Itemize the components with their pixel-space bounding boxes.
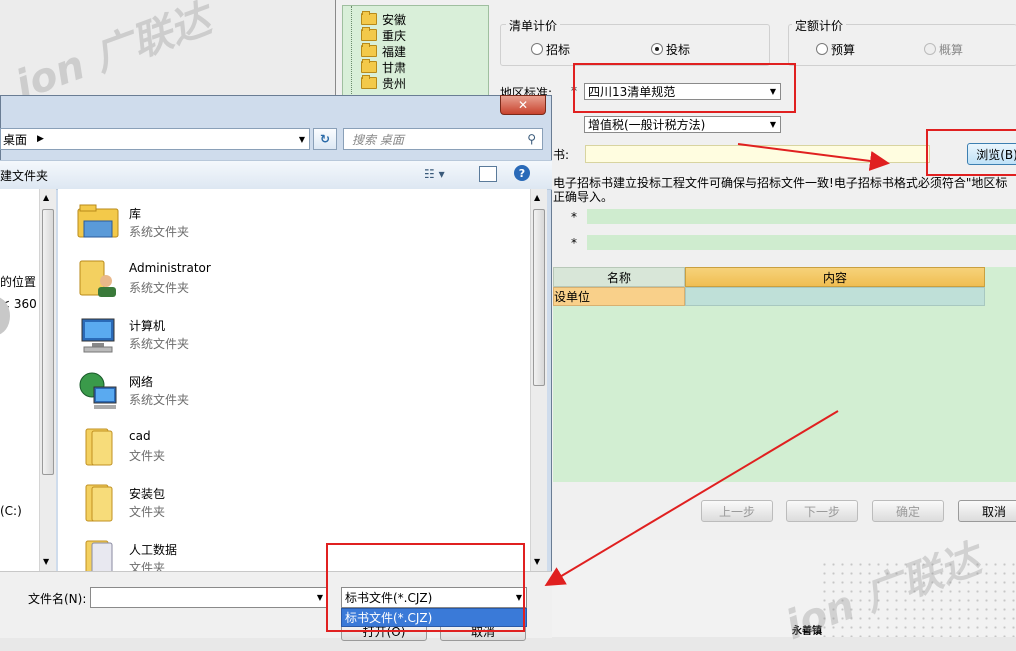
arrow [737, 143, 890, 171]
annotation-arrows [544, 143, 890, 587]
arrow [544, 410, 839, 587]
